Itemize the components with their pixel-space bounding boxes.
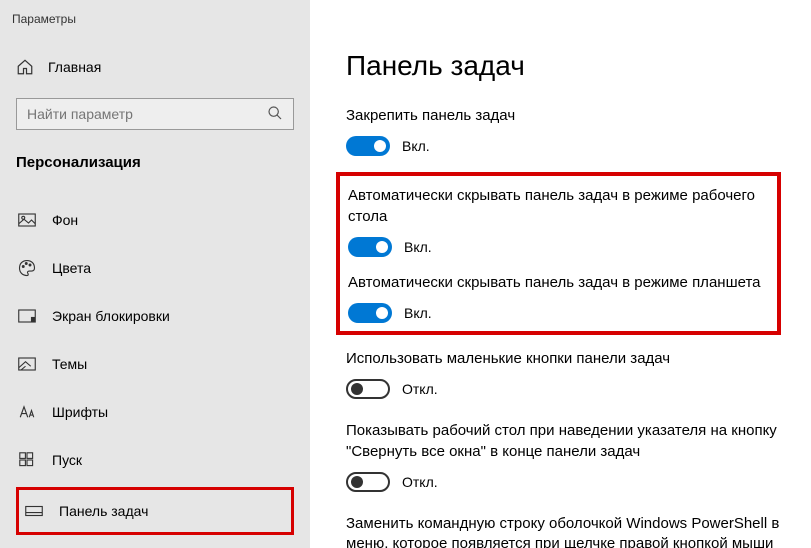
sidebar-item-label: Шрифты (52, 404, 108, 420)
highlighted-group: Автоматически скрывать панель задач в ре… (336, 172, 781, 335)
toggle-state-text: Вкл. (402, 138, 430, 154)
toggle-state-text: Откл. (402, 381, 438, 397)
sidebar-item-lockscreen[interactable]: Экран блокировки (16, 295, 294, 337)
sidebar-item-label: Пуск (52, 452, 82, 468)
picture-icon (18, 211, 36, 229)
setting-label: Показывать рабочий стол при наведении ук… (346, 421, 781, 462)
setting-small-buttons: Использовать маленькие кнопки панели зад… (346, 349, 781, 399)
sidebar-item-colors[interactable]: Цвета (16, 247, 294, 289)
setting-label: Закрепить панель задач (346, 106, 781, 126)
section-title: Персонализация (16, 154, 294, 171)
sidebar-item-label: Экран блокировки (52, 308, 170, 324)
sidebar-item-themes[interactable]: Темы (16, 343, 294, 385)
setting-autohide-desktop: Автоматически скрывать панель задач в ре… (348, 186, 769, 257)
setting-peek-desktop: Показывать рабочий стол при наведении ук… (346, 421, 781, 492)
search-icon (267, 105, 283, 124)
themes-icon (18, 355, 36, 373)
lockscreen-icon (18, 307, 36, 325)
taskbar-icon (25, 502, 43, 520)
sidebar-item-background[interactable]: Фон (16, 199, 294, 241)
search-box[interactable] (16, 98, 294, 130)
toggle-small-buttons[interactable] (346, 379, 390, 399)
setting-autohide-tablet: Автоматически скрывать панель задач в ре… (348, 273, 769, 323)
main-panel: Панель задач Закрепить панель задач Вкл.… (310, 0, 811, 548)
sidebar-item-start[interactable]: Пуск (16, 439, 294, 481)
page-title: Панель задач (346, 50, 781, 82)
sidebar-item-fonts[interactable]: Шрифты (16, 391, 294, 433)
sidebar-item-label: Фон (52, 212, 78, 228)
setting-label: Автоматически скрывать панель задач в ре… (348, 273, 769, 293)
search-input[interactable] (27, 106, 267, 122)
setting-label: Автоматически скрывать панель задач в ре… (348, 186, 769, 227)
palette-icon (18, 259, 36, 277)
home-link[interactable]: Главная (16, 54, 294, 80)
toggle-lock-taskbar[interactable] (346, 136, 390, 156)
setting-label: Заменить командную строку оболочкой Wind… (346, 514, 781, 548)
sidebar-item-label: Темы (52, 356, 87, 372)
fonts-icon (18, 403, 36, 421)
sidebar-item-label: Панель задач (59, 503, 148, 519)
window-title: Параметры (12, 12, 294, 26)
home-label: Главная (48, 59, 101, 75)
sidebar-item-taskbar[interactable]: Панель задач (16, 487, 294, 535)
sidebar: Параметры Главная Персонализация Фон Цве… (0, 0, 310, 548)
toggle-state-text: Откл. (402, 474, 438, 490)
setting-powershell-replace: Заменить командную строку оболочкой Wind… (346, 514, 781, 548)
setting-lock-taskbar: Закрепить панель задач Вкл. (346, 106, 781, 156)
toggle-state-text: Вкл. (404, 239, 432, 255)
toggle-peek-desktop[interactable] (346, 472, 390, 492)
start-icon (18, 451, 36, 469)
setting-label: Использовать маленькие кнопки панели зад… (346, 349, 781, 369)
toggle-state-text: Вкл. (404, 305, 432, 321)
toggle-autohide-desktop[interactable] (348, 237, 392, 257)
toggle-autohide-tablet[interactable] (348, 303, 392, 323)
home-icon (16, 58, 34, 76)
sidebar-item-label: Цвета (52, 260, 91, 276)
